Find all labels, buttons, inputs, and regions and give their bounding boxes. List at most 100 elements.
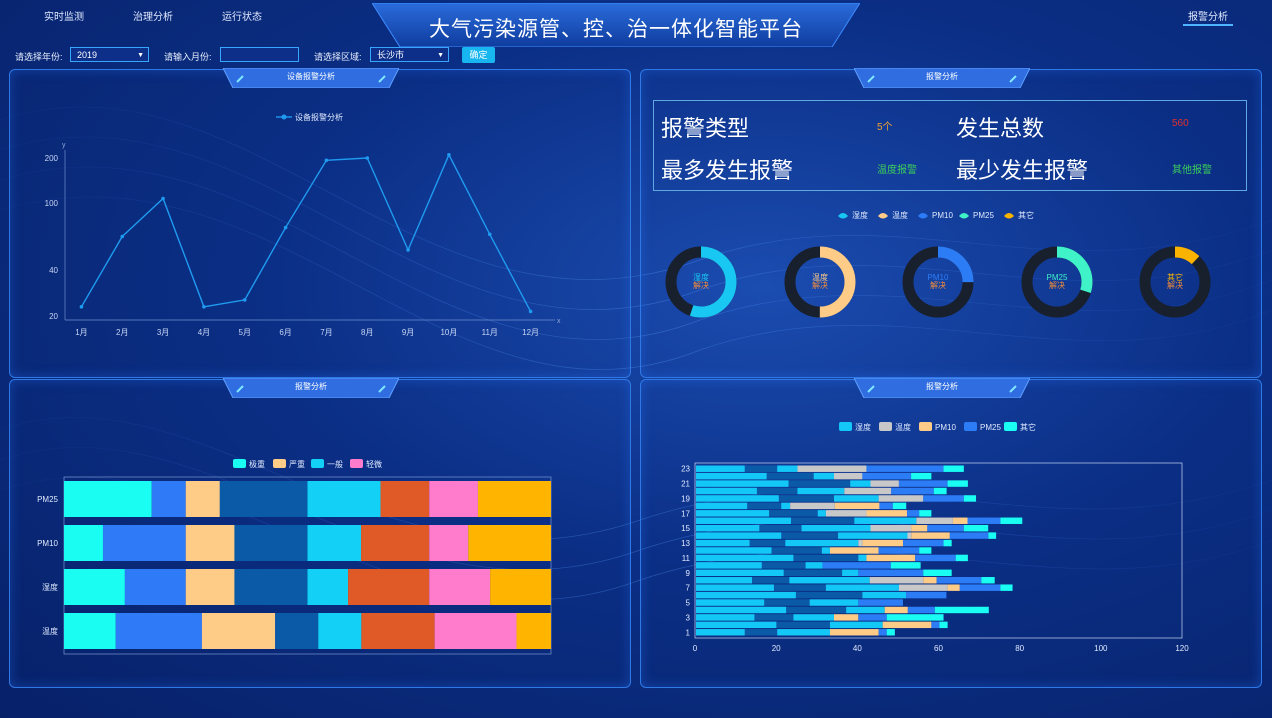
- data-point: [324, 158, 329, 163]
- bar-segment: [307, 481, 381, 517]
- y-tick-label: 13: [681, 539, 690, 548]
- bar-segment: [963, 524, 989, 532]
- year-label: 请选择年份:: [15, 52, 63, 62]
- data-point: [283, 225, 288, 230]
- bar-segment: [858, 569, 924, 577]
- y-tick-label: PM25: [37, 495, 58, 504]
- bar-segment: [696, 606, 787, 614]
- y-tick-label: 3: [686, 613, 691, 622]
- legend-label: 一般: [327, 459, 343, 469]
- bar-segment: [862, 591, 907, 599]
- bar-segment: [696, 524, 760, 532]
- legend-label: 湿度: [852, 210, 868, 220]
- bar-segment: [468, 525, 551, 561]
- y-tick-label: 9: [686, 569, 691, 578]
- data-point: [120, 234, 125, 239]
- x-tick-label: 9月: [402, 328, 414, 337]
- bar-segment: [361, 613, 435, 649]
- bar-segment: [846, 606, 885, 614]
- bar-segment: [696, 569, 784, 577]
- bar-segment: [234, 569, 308, 605]
- severity-bar-chart: 极重 严重 一般 轻微温度 湿度 PM10 PM25: [37, 459, 552, 655]
- bar-segment: [878, 495, 924, 502]
- bar-segment: [898, 480, 948, 487]
- bar-segment: [429, 481, 478, 517]
- legend-swatch: [879, 422, 892, 431]
- bar-segment: [219, 481, 308, 517]
- x-tick-label: 10月: [440, 328, 457, 337]
- legend-label: 严重: [289, 459, 305, 469]
- tab-alarm-analysis[interactable]: 报警分析: [1183, 8, 1233, 23]
- bar-segment: [963, 495, 977, 502]
- bar-segment: [429, 569, 491, 605]
- bar-segment: [696, 584, 774, 591]
- bar-segment: [696, 591, 796, 599]
- bar-segment: [955, 554, 968, 562]
- line-chart: y x 20 40 100 200 1月 2月 3月 4月 5月 6月 7月 8月 9月 10月 11月 12月 设…: [45, 112, 561, 337]
- legend-label: 轻微: [366, 459, 382, 469]
- legend-icon: [959, 213, 969, 219]
- bar-segment: [434, 613, 517, 649]
- region-select[interactable]: 长沙市 ▼: [370, 47, 449, 62]
- bar-segment: [967, 517, 1001, 524]
- bar-segment: [477, 481, 551, 517]
- bar-segment: [64, 525, 103, 561]
- bar-segment: [185, 525, 235, 561]
- bar-segment: [813, 472, 834, 480]
- y-tick-label: 11: [682, 554, 691, 563]
- chevron-down-icon: ▼: [137, 52, 144, 59]
- legend-label: 设备报警分析: [295, 112, 343, 122]
- bar-segment: [307, 525, 362, 561]
- legend-label: PM25: [973, 211, 994, 220]
- legend-swatch: [1004, 422, 1017, 431]
- tab-realtime-monitor[interactable]: 实时监测: [44, 8, 84, 23]
- legend-label: 其它: [1018, 210, 1034, 220]
- bar-segment: [862, 539, 903, 547]
- legend-swatch: [350, 459, 363, 468]
- tab-governance-analysis[interactable]: 治理分析: [133, 8, 173, 23]
- alarm-detail-panel: 报警分析 湿度 温度 PM10 PM25 其它 0 20 40 60 80 100 120 1 3 5 7 9 1…: [640, 378, 1262, 688]
- year-select[interactable]: 2019 ▼: [70, 47, 149, 62]
- bar-segment: [825, 584, 899, 591]
- legend-icon: [1004, 213, 1014, 219]
- bar-segment: [696, 547, 772, 554]
- bar-segment: [923, 577, 937, 584]
- y-tick-label: 5: [686, 599, 691, 608]
- bar-segment: [988, 532, 997, 539]
- y-tick-label: 20: [49, 312, 58, 321]
- bar-segment: [696, 472, 767, 480]
- bar-segment: [809, 599, 859, 606]
- active-tab-indicator: [1183, 24, 1233, 26]
- bar-segment: [911, 532, 950, 539]
- bar-segment: [801, 524, 871, 532]
- data-point: [365, 156, 370, 160]
- ring-sub-label: 解决: [1049, 280, 1065, 290]
- chevron-down-icon: ▼: [437, 52, 444, 59]
- bar-segment: [833, 614, 859, 621]
- bar-segment: [869, 577, 924, 584]
- bar-segment: [911, 524, 928, 532]
- bar-segment: [936, 577, 982, 584]
- bar-segment: [947, 584, 960, 591]
- bar-segment: [829, 621, 883, 629]
- confirm-button[interactable]: 确定: [462, 47, 495, 63]
- bar-segment: [817, 510, 826, 517]
- tab-running-status[interactable]: 运行状态: [222, 8, 262, 23]
- month-input[interactable]: [220, 47, 299, 62]
- bar-segment: [891, 487, 934, 495]
- data-point: [528, 309, 533, 314]
- data-point: [487, 232, 492, 237]
- most-alarm-value: 温度报警: [877, 165, 917, 176]
- bar-segment: [785, 539, 859, 547]
- x-tick-label: 11月: [482, 328, 498, 337]
- bar-segment: [858, 614, 887, 621]
- bar-segment: [318, 613, 362, 649]
- bar-segment: [834, 502, 880, 510]
- bar-segment: [1000, 517, 1023, 524]
- x-tick-label: 1月: [75, 328, 87, 337]
- bar-segment: [201, 613, 276, 649]
- bar-segment: [943, 539, 952, 547]
- bar-segment: [842, 569, 859, 577]
- bar-segment: [923, 569, 952, 577]
- legend-swatch: [919, 422, 932, 431]
